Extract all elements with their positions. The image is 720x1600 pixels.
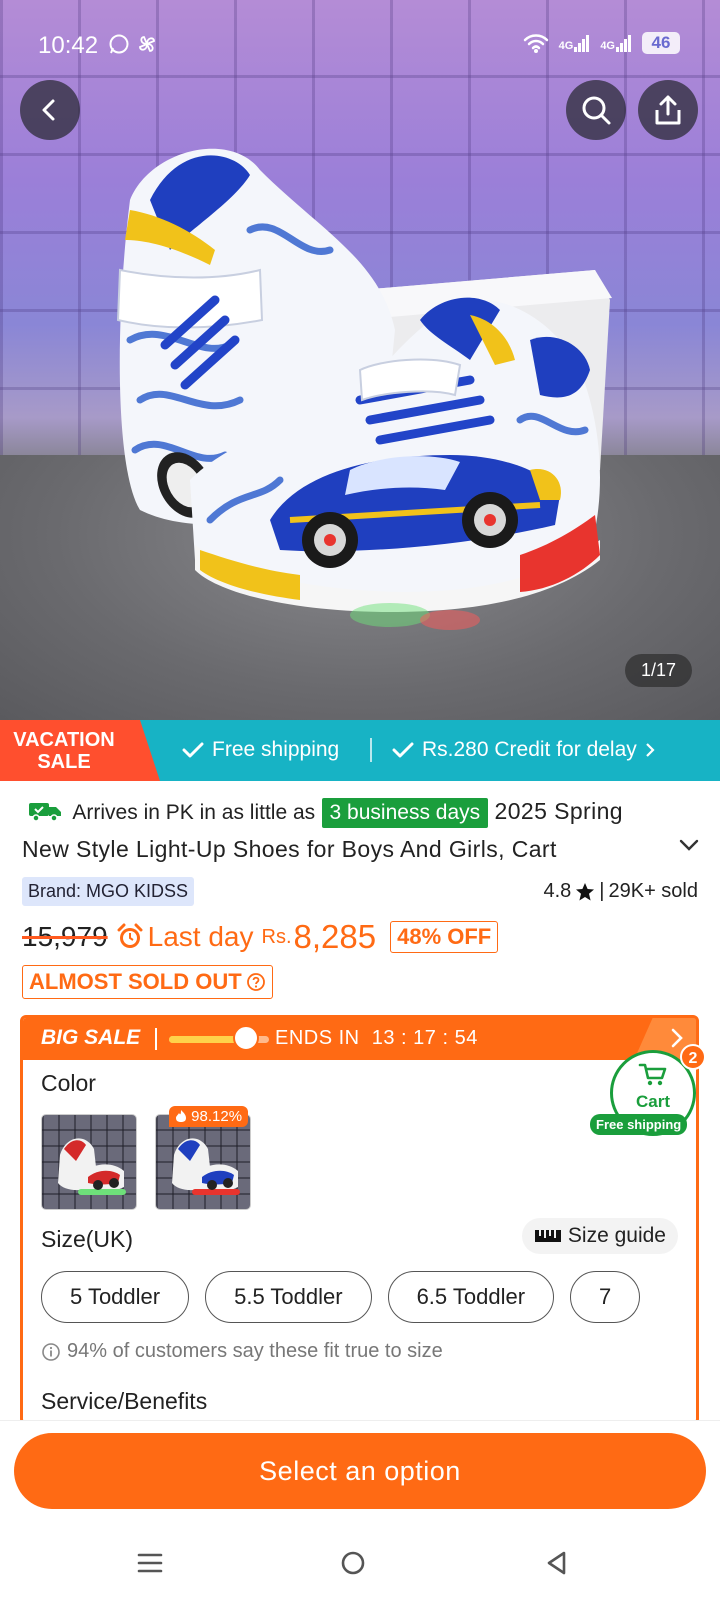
chevron-right-icon	[671, 1028, 683, 1048]
network-label-2: 4G	[600, 40, 615, 52]
last-day-label: Last day	[116, 921, 254, 953]
signal-icon	[616, 35, 631, 52]
color-swatch-blue[interactable]	[155, 1114, 251, 1210]
cart-free-shipping-badge: Free shipping	[590, 1114, 688, 1135]
blue-shoe-thumbnail	[172, 1138, 240, 1195]
help-icon	[246, 973, 265, 991]
big-sale-title: BIG SALE	[41, 1026, 141, 1049]
share-button[interactable]	[638, 80, 698, 140]
sale-progress-fill	[169, 1036, 239, 1043]
sale-divider	[155, 1028, 157, 1050]
network-label-1: 4G	[558, 40, 574, 52]
system-status: 4G 4G 46	[523, 32, 680, 54]
chevron-left-icon	[42, 99, 55, 121]
delay-credit-item[interactable]: Rs.280 Credit for delay	[392, 738, 655, 762]
size-guide-label: Size guide	[567, 1224, 666, 1247]
recent-apps-icon[interactable]	[137, 1550, 163, 1576]
delivery-days-badge: 3 business days	[321, 798, 489, 828]
size-option-5-5-toddler[interactable]: 5.5 Toddler	[205, 1271, 372, 1323]
check-icon	[392, 742, 414, 758]
countdown: ENDS IN 13 : 17 : 54	[275, 1027, 478, 1050]
popularity-badge: 98.12%	[169, 1106, 249, 1127]
options-panel: BIG SALE ENDS IN 13 : 17 : 54 Color 98.1…	[20, 1015, 699, 1425]
sold-count: 29K+ sold	[608, 880, 698, 902]
brand-badge[interactable]: Brand: MGO KIDSS	[22, 877, 195, 906]
size-options: 5 Toddler 5.5 Toddler 6.5 Toddler 7	[41, 1271, 641, 1323]
color-label: Color	[41, 1070, 96, 1096]
floating-cart-button[interactable]: Cart 2 Free shipping	[590, 1044, 706, 1140]
product-page: 10:42 4G 4G 46 1/17 VACATION SALE Free s…	[0, 0, 720, 1600]
chevron-right-icon	[646, 743, 655, 757]
service-benefits-label: Service/Benefits	[41, 1388, 208, 1414]
countdown-timer: 13 : 17 : 54	[371, 1027, 478, 1049]
original-price: 15,979	[22, 921, 108, 952]
color-swatch-red[interactable]	[41, 1114, 137, 1210]
signal-icon	[574, 35, 590, 52]
chevron-down-icon[interactable]	[678, 838, 700, 852]
select-option-button[interactable]: Select an option	[14, 1433, 706, 1509]
flame-icon	[176, 1110, 186, 1122]
big-sale-header[interactable]: BIG SALE ENDS IN 13 : 17 : 54	[23, 1018, 696, 1060]
currency-symbol: Rs.	[261, 925, 292, 948]
price-row: 15,979 Last day Rs. 8,285 48% OFF	[22, 918, 499, 956]
promo-divider	[370, 738, 372, 762]
ruler-icon	[534, 1230, 561, 1242]
size-option-6-5-toddler[interactable]: 6.5 Toddler	[387, 1271, 555, 1323]
notification-icons	[108, 33, 158, 55]
size-guide-button[interactable]: Size guide	[521, 1218, 678, 1254]
pinwheel-icon	[139, 36, 155, 52]
info-icon	[42, 1342, 60, 1361]
fit-note-text: 94% of customers say these fit true to s…	[67, 1340, 443, 1362]
promo-bar[interactable]: VACATION SALE Free shipping Rs.280 Credi…	[0, 720, 720, 781]
fit-note: 94% of customers say these fit true to s…	[41, 1340, 443, 1363]
back-button[interactable]	[20, 80, 80, 140]
delivery-truck-icon	[29, 803, 61, 822]
size-label: Size(UK)	[41, 1226, 134, 1252]
product-title-block[interactable]: Arrives in PK in as little as 3 business…	[22, 793, 672, 865]
ends-in-label: ENDS IN	[275, 1027, 360, 1049]
sold-out-text: ALMOST SOLD OUT	[29, 969, 242, 994]
product-image-carousel[interactable]: 10:42 4G 4G 46 1/17	[0, 0, 720, 720]
shopping-cart-icon	[638, 1063, 667, 1086]
whatsapp-icon	[109, 34, 129, 54]
clock-icon	[233, 1025, 259, 1051]
arrival-text: Arrives in PK in as little as	[72, 801, 316, 824]
sale-price: 8,285	[293, 918, 377, 955]
alarm-clock-icon	[117, 923, 143, 948]
free-shipping-label: Free shipping	[212, 738, 340, 761]
discount-badge: 48% OFF	[390, 921, 499, 953]
rating-summary[interactable]: 4.8 | 29K+ sold	[543, 880, 698, 903]
size-option-5-toddler[interactable]: 5 Toddler	[41, 1271, 190, 1323]
share-icon	[655, 95, 681, 125]
status-bar: 10:42 4G 4G 46	[0, 0, 720, 94]
delay-credit-label: Rs.280 Credit for delay	[422, 738, 637, 761]
star-icon	[576, 882, 595, 900]
vacation-sale-badge: VACATION SALE	[0, 720, 160, 781]
image-counter: 1/17	[624, 654, 692, 687]
search-icon	[582, 96, 611, 125]
vacation-line-1: VACATION	[13, 729, 115, 751]
cart-label: Cart	[635, 1092, 670, 1111]
red-shoe-thumbnail	[58, 1138, 126, 1195]
free-shipping-item: Free shipping	[182, 738, 339, 762]
system-navigation-bar	[0, 1530, 720, 1600]
wifi-icon	[523, 34, 548, 53]
last-day-text: Last day	[147, 921, 254, 952]
battery-indicator: 46	[642, 32, 680, 54]
cart-count-badge: 2	[680, 1044, 706, 1070]
size-option-7[interactable]: 7	[570, 1271, 641, 1323]
status-time: 10:42	[38, 32, 99, 59]
check-icon	[182, 742, 204, 758]
rating-value: 4.8	[543, 880, 572, 902]
back-nav-icon[interactable]	[544, 1550, 570, 1576]
almost-sold-out-badge[interactable]: ALMOST SOLD OUT	[22, 965, 273, 999]
home-icon[interactable]	[340, 1550, 366, 1576]
popularity-text: 98.12%	[191, 1108, 243, 1125]
search-button[interactable]	[566, 80, 626, 140]
rating-divider: |	[599, 880, 605, 902]
vacation-line-2: SALE	[37, 751, 91, 773]
